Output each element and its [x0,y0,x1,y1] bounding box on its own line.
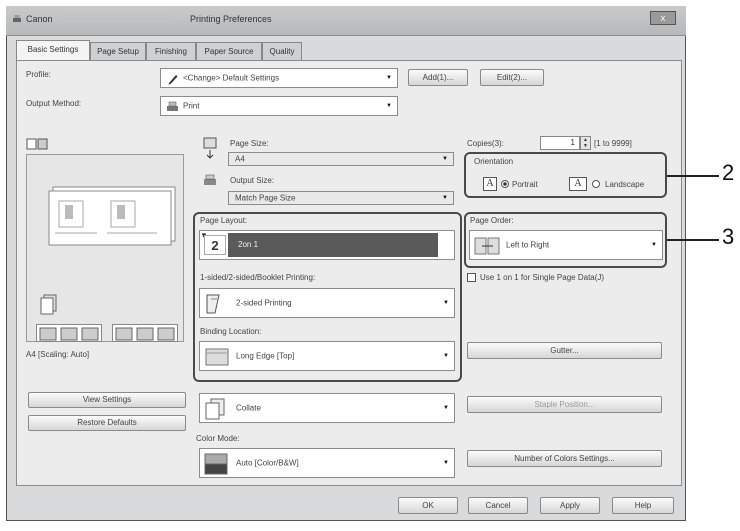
view-settings-button[interactable]: View Settings [28,392,186,408]
chevron-down-icon: ▼ [443,460,449,466]
single-page-data-checkbox[interactable] [467,273,476,282]
output-size-label: Output Size: [230,176,275,185]
copies-label: Copies(3): [467,139,504,148]
output-size-dropdown[interactable]: Match Page Size ▼ [228,191,454,205]
output-size-value: Match Page Size [235,193,296,203]
page-layout-dropdown[interactable]: 2 2on 1 ▼ [199,230,455,260]
landscape-glyph-icon: A [569,177,587,191]
page-size-icon [203,137,217,159]
cancel-button[interactable]: Cancel [468,497,528,514]
output-method-label: Output Method: [26,99,82,108]
color-mode-label: Color Mode: [196,434,240,443]
binding-location-value: Long Edge [Top] [236,351,295,361]
portrait-glyph-icon: A [483,177,497,191]
window-app-name: Canon [26,14,53,24]
preview-status: A4 [Scaling: Auto] [26,350,90,359]
page-layout-value: 2on 1 [238,240,259,249]
collate-dropdown[interactable]: Collate ▼ [199,393,455,423]
callout-number-layout: 3 [722,224,735,249]
page-order-dropdown[interactable]: Left to Right ▼ [469,230,663,260]
color-mode-value: Auto [Color/B&W] [236,458,299,468]
landscape-radio[interactable] [592,180,600,188]
ok-button[interactable]: OK [398,497,458,514]
page-layout-selection: 2on 1 [228,233,438,257]
chevron-down-icon: ▼ [442,156,448,162]
apply-button[interactable]: Apply [540,497,600,514]
printing-mode-label: 1-sided/2-sided/Booklet Printing: [200,273,316,282]
copies-input[interactable]: 1 [540,136,580,150]
tab-basic-settings[interactable]: Basic Settings [16,40,90,61]
two-sided-icon [205,293,223,317]
tab-label: Paper Source [204,47,254,56]
preview-mode-icon[interactable] [26,138,52,150]
chevron-down-icon: ▼ [386,75,392,81]
staple-position-button[interactable]: Staple Position... [467,396,662,413]
chevron-down-icon: ▼ [443,405,449,411]
printer-icon [166,101,179,115]
output-method-value: Print [183,101,200,111]
tab-quality[interactable]: Quality [262,42,302,60]
profile-value: <Change> Default Settings [183,73,280,83]
orientation-label: Orientation [474,157,514,166]
close-button[interactable]: x [650,11,676,25]
chevron-down-icon: ▼ [386,103,392,109]
page-order-label: Page Order: [470,216,514,225]
color-mode-icon [204,453,228,477]
callout-number-orientation: 2 [722,160,735,185]
binding-icon [205,347,229,369]
chevron-down-icon: ▼ [443,300,449,306]
tab-label: Basic Settings [27,45,79,54]
printing-mode-dropdown[interactable]: 2-sided Printing ▼ [199,288,455,318]
portrait-label: Portrait [512,180,538,189]
restore-defaults-button[interactable]: Restore Defaults [28,415,186,431]
collate-value: Collate [236,403,261,413]
portrait-radio[interactable] [501,180,509,188]
chevron-down-icon: ▼ [443,353,449,359]
tab-label: Quality [269,47,295,56]
tab-paper-source[interactable]: Paper Source [196,42,262,60]
window-title-redacted [60,15,170,23]
finishing-icon-group[interactable] [36,324,102,342]
binding-icon-group[interactable] [112,324,178,342]
tab-page-setup[interactable]: Page Setup [90,42,146,60]
number-of-colors-settings-button[interactable]: Number of Colors Settings... [467,450,662,467]
copies-stack-icon [38,294,58,316]
tab-finishing[interactable]: Finishing [146,42,196,60]
pencil-icon [167,73,179,87]
copies-spinner[interactable]: ▲ ▼ [580,136,591,150]
window-title: Printing Preferences [190,14,272,24]
callout-leader-line [667,175,719,177]
gutter-button[interactable]: Gutter... [467,342,662,359]
output-method-dropdown[interactable]: Print ▼ [160,96,398,116]
printer-icon [12,14,22,24]
profile-dropdown[interactable]: <Change> Default Settings ▼ [160,68,398,88]
edit-profile-button[interactable]: Edit(2)... [480,69,544,86]
page-order-value: Left to Right [506,240,550,250]
close-icon: x [660,13,666,23]
chevron-down-icon: ▼ [651,242,657,248]
profile-label: Profile: [26,70,51,79]
binding-location-label: Binding Location: [200,327,262,336]
collate-icon [204,398,226,422]
page-size-dropdown[interactable]: A4 ▼ [228,152,454,166]
page-layout-label: Page Layout: [200,216,248,225]
binding-location-dropdown[interactable]: Long Edge [Top] ▼ [199,341,455,371]
page-order-icon [474,236,500,258]
landscape-label: Landscape [605,180,645,189]
output-size-icon [203,174,217,188]
color-mode-dropdown[interactable]: Auto [Color/B&W] ▼ [199,448,455,478]
add-profile-button[interactable]: Add(1)... [408,69,468,86]
single-page-data-label: Use 1 on 1 for Single Page Data(J) [480,273,605,282]
page-size-label: Page Size: [230,139,269,148]
callout-leader-line [667,239,719,241]
help-button[interactable]: Help [612,497,674,514]
tab-label: Page Setup [97,47,139,56]
chevron-down-icon: ▼ [442,195,448,201]
tab-label: Finishing [154,47,187,56]
page-size-value: A4 [235,154,245,164]
printing-mode-value: 2-sided Printing [236,298,292,308]
page-layout-badge: 2 [204,235,226,255]
copies-range: [1 to 9999] [594,139,632,148]
